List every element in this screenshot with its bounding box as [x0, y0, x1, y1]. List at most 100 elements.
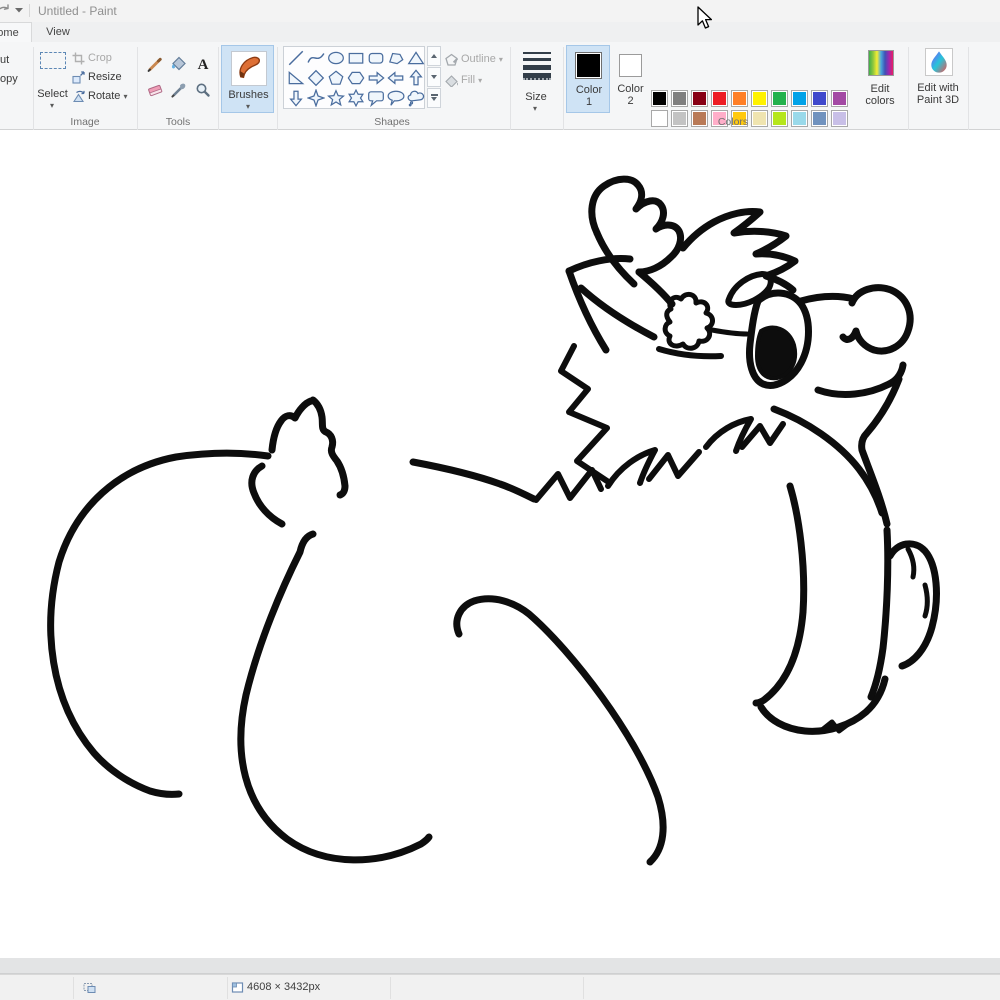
- shape-rounded-rectangle[interactable]: [367, 49, 385, 67]
- select-button[interactable]: Select ▾: [36, 46, 69, 112]
- shape-arrow-down[interactable]: [287, 89, 305, 107]
- chevron-down-icon: ▾: [123, 93, 127, 101]
- shape-triangle[interactable]: [407, 49, 425, 67]
- redo-icon[interactable]: [0, 4, 13, 18]
- shape-right-triangle[interactable]: [287, 69, 305, 87]
- eraser-tool-button[interactable]: [146, 81, 164, 99]
- select-icon: [40, 52, 66, 69]
- qat-separator: [29, 4, 30, 17]
- shapes-expand-button[interactable]: [427, 88, 441, 108]
- shape-callout-oval[interactable]: [387, 89, 405, 107]
- canvas-scroll-strip[interactable]: [0, 958, 1000, 974]
- palette-swatch-green[interactable]: [771, 90, 788, 107]
- clipboard-cut-partial[interactable]: ut: [0, 54, 9, 66]
- title-bar: Untitled - Paint: [0, 0, 1000, 22]
- tab-view[interactable]: View: [34, 22, 82, 42]
- shape-polygon[interactable]: [387, 49, 405, 67]
- stroke-chest-fluff-3: [649, 452, 699, 479]
- palette-swatch-turquoise[interactable]: [791, 90, 808, 107]
- pencil-tool-button[interactable]: [146, 55, 164, 73]
- mouse-cursor: [697, 6, 715, 32]
- chevron-down-icon: ▾: [478, 77, 482, 85]
- palette-swatch-indigo[interactable]: [811, 90, 828, 107]
- palette-swatch-gray-50[interactable]: [671, 90, 688, 107]
- stroke-haunch-outline: [51, 453, 268, 794]
- shape-oval[interactable]: [327, 49, 345, 67]
- stroke-nose-bridge: [801, 297, 854, 301]
- drawing-canvas[interactable]: [0, 130, 1000, 958]
- ribbon-tab-strip: ome View: [0, 22, 1000, 42]
- palette-swatch-orange[interactable]: [731, 90, 748, 107]
- stroke-tail-right-edge: [313, 400, 345, 495]
- color-picker-tool-button[interactable]: [170, 81, 188, 99]
- shape-callout-cloud[interactable]: [407, 89, 425, 107]
- palette-swatch-red[interactable]: [711, 90, 728, 107]
- stroke-tail-left-edge: [272, 401, 311, 450]
- group-label-shapes: Shapes: [330, 116, 454, 128]
- rotate-icon: [72, 90, 85, 103]
- color1-swatch: [575, 52, 602, 79]
- stroke-smile: [818, 365, 903, 394]
- shapes-gallery: [283, 46, 425, 109]
- shape-hexagon[interactable]: [347, 69, 365, 87]
- color2-swatch: [619, 54, 642, 77]
- stroke-back-line: [413, 462, 534, 499]
- palette-swatch-purple[interactable]: [831, 90, 848, 107]
- resize-button[interactable]: Resize: [72, 70, 122, 86]
- shape-curve[interactable]: [307, 49, 325, 67]
- shape-arrow-up[interactable]: [407, 69, 425, 87]
- edit-with-paint3d-button[interactable]: Edit with Paint 3D: [910, 44, 966, 114]
- stroke-toe-mark-2: [925, 585, 927, 616]
- shape-pentagon[interactable]: [327, 69, 345, 87]
- crop-icon: [72, 52, 85, 65]
- stroke-nose: [843, 288, 910, 351]
- palette-swatch-dark-red[interactable]: [691, 90, 708, 107]
- brush-icon: [231, 51, 267, 86]
- svg-text:A: A: [198, 57, 209, 73]
- color2-button[interactable]: Color 2: [612, 45, 649, 113]
- palette-swatch-black[interactable]: [651, 90, 668, 107]
- shape-fill-button[interactable]: Fill ▾: [445, 73, 482, 89]
- shape-star-6[interactable]: [347, 89, 365, 107]
- shape-star-4[interactable]: [307, 89, 325, 107]
- tab-home[interactable]: ome: [0, 22, 32, 43]
- selection-size-icon: [83, 981, 96, 994]
- size-button[interactable]: Size ▾: [512, 45, 560, 111]
- image-dimensions-text: 4608 × 3432px: [247, 981, 320, 993]
- customize-toolbar-chevron-icon[interactable]: [15, 8, 23, 13]
- shape-rectangle[interactable]: [347, 49, 365, 67]
- chevron-down-icon: ▾: [499, 56, 503, 64]
- fill-bucket-tool-button[interactable]: [170, 55, 188, 73]
- paint-window: Untitled - Paint ome View ut opy Select …: [0, 0, 1000, 1000]
- rotate-button[interactable]: Rotate ▾: [72, 89, 128, 105]
- fill-icon: [445, 74, 458, 87]
- shapes-scroll-down-button[interactable]: [427, 67, 441, 87]
- outline-icon: [445, 53, 458, 66]
- color1-button[interactable]: Color 1: [566, 45, 610, 113]
- shape-arrow-right[interactable]: [367, 69, 385, 87]
- shape-outline-button[interactable]: Outline ▾: [445, 52, 503, 68]
- stroke-eye-pupil: [757, 327, 795, 378]
- shape-star-5[interactable]: [327, 89, 345, 107]
- edit-colors-icon: [868, 50, 894, 76]
- crop-button[interactable]: Crop: [72, 51, 112, 67]
- palette-swatch-yellow[interactable]: [751, 90, 768, 107]
- chevron-down-icon: ▾: [50, 102, 54, 110]
- stroke-paw-toes: [822, 722, 851, 731]
- palette-swatch-lavender[interactable]: [831, 110, 848, 127]
- stroke-ear-cheek: [569, 271, 606, 350]
- group-label-tools: Tools: [140, 116, 216, 128]
- stroke-cheek-fluff: [561, 346, 610, 483]
- shapes-scroll-up-button[interactable]: [427, 46, 441, 66]
- clipboard-copy-partial[interactable]: opy: [0, 73, 18, 85]
- magnifier-tool-button[interactable]: [194, 81, 212, 99]
- brushes-button[interactable]: Brushes ▾: [221, 45, 274, 113]
- shape-arrow-left[interactable]: [387, 69, 405, 87]
- window-title: Untitled - Paint: [38, 4, 117, 18]
- edit-colors-button[interactable]: Edit colors: [856, 45, 904, 113]
- shape-callout-rounded[interactable]: [367, 89, 385, 107]
- shape-line[interactable]: [287, 49, 305, 67]
- shape-diamond[interactable]: [307, 69, 325, 87]
- text-tool-button[interactable]: A: [194, 55, 212, 73]
- paint3d-icon: [925, 48, 953, 76]
